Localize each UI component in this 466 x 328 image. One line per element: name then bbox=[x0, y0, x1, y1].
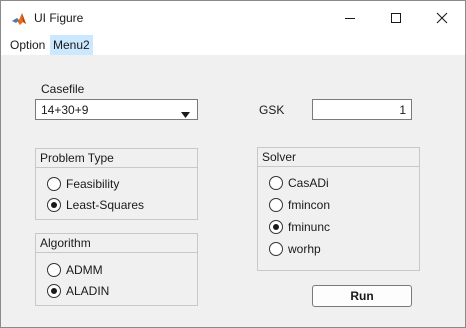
radio-button-selected-icon bbox=[269, 220, 283, 234]
algorithm-title: Algorithm bbox=[36, 234, 197, 253]
maximize-button[interactable] bbox=[373, 1, 419, 35]
matlab-icon bbox=[11, 11, 27, 27]
radio-button-selected-icon bbox=[47, 198, 61, 212]
gsk-label: GSK bbox=[259, 103, 285, 117]
radio-least-squares[interactable]: Least-Squares bbox=[47, 197, 144, 213]
app-window: UI Figure Option Menu2 Casefile 14+30+9 … bbox=[0, 0, 466, 328]
radio-button-icon bbox=[269, 176, 283, 190]
radio-button-icon bbox=[269, 198, 283, 212]
close-button[interactable] bbox=[419, 1, 465, 35]
radio-button-icon bbox=[269, 242, 283, 256]
title-bar[interactable]: UI Figure bbox=[1, 1, 465, 35]
radio-label: ADMM bbox=[66, 263, 103, 277]
menu-option[interactable]: Option bbox=[7, 35, 48, 55]
radio-fminunc[interactable]: fminunc bbox=[269, 219, 330, 235]
radio-button-icon bbox=[47, 263, 61, 277]
radio-aladin[interactable]: ALADIN bbox=[47, 283, 109, 299]
casefile-label: Casefile bbox=[41, 82, 85, 96]
minimize-button[interactable] bbox=[327, 1, 373, 35]
radio-button-selected-icon bbox=[47, 284, 61, 298]
radio-casadi[interactable]: CasADi bbox=[269, 175, 329, 191]
menu-bar: Option Menu2 bbox=[1, 35, 465, 55]
solver-panel: Solver CasADi fmincon fminunc worhp bbox=[257, 147, 420, 271]
maximize-icon bbox=[391, 13, 401, 23]
window-title: UI Figure bbox=[34, 11, 84, 25]
radio-worhp[interactable]: worhp bbox=[269, 241, 321, 257]
run-button[interactable]: Run bbox=[312, 285, 412, 307]
radio-label: fmincon bbox=[288, 198, 331, 212]
solver-title: Solver bbox=[258, 148, 419, 167]
radio-label: CasADi bbox=[288, 176, 329, 190]
figure-content: Casefile 14+30+9 GSK 1 Problem Type Feas… bbox=[1, 55, 465, 327]
gsk-value: 1 bbox=[399, 103, 406, 117]
menu-menu2[interactable]: Menu2 bbox=[50, 35, 93, 55]
gsk-field[interactable]: 1 bbox=[312, 99, 412, 120]
close-icon bbox=[436, 12, 448, 24]
algorithm-panel: Algorithm ADMM ALADIN bbox=[35, 233, 198, 306]
dropdown-arrow-icon bbox=[181, 107, 190, 121]
casefile-value: 14+30+9 bbox=[41, 103, 89, 117]
minimize-icon bbox=[345, 18, 355, 19]
radio-label: fminunc bbox=[288, 220, 331, 234]
problem-type-panel: Problem Type Feasibility Least-Squares bbox=[35, 148, 198, 220]
radio-button-icon bbox=[47, 177, 61, 191]
radio-label: worhp bbox=[288, 242, 321, 256]
radio-label: ALADIN bbox=[66, 284, 110, 298]
casefile-dropdown[interactable]: 14+30+9 bbox=[35, 99, 198, 120]
radio-admm[interactable]: ADMM bbox=[47, 262, 103, 278]
radio-feasibility[interactable]: Feasibility bbox=[47, 176, 119, 192]
radio-fmincon[interactable]: fmincon bbox=[269, 197, 330, 213]
radio-label: Feasibility bbox=[66, 177, 120, 191]
problem-type-title: Problem Type bbox=[36, 149, 197, 168]
radio-label: Least-Squares bbox=[66, 198, 145, 212]
